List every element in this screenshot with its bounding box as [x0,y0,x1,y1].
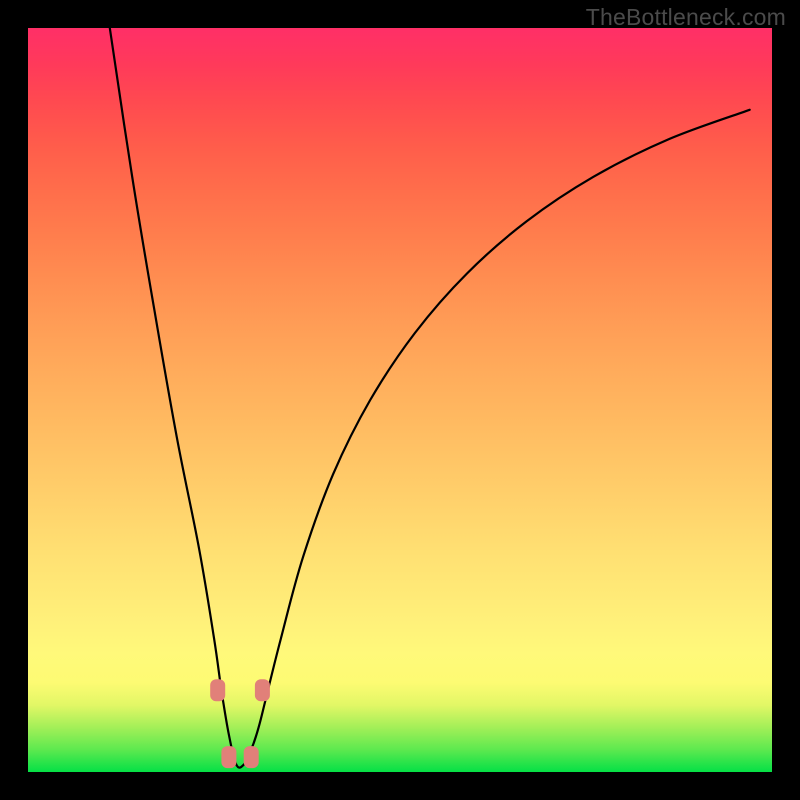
curve-markers [210,679,270,768]
chart-frame: TheBottleneck.com [0,0,800,800]
bottleneck-curve [110,28,750,768]
watermark-text: TheBottleneck.com [586,4,786,31]
curve-marker [244,746,259,768]
curve-line [110,28,750,768]
curve-marker [210,679,225,701]
plot-area [28,28,772,772]
curve-overlay [28,28,772,772]
curve-marker [255,679,270,701]
curve-marker [221,746,236,768]
